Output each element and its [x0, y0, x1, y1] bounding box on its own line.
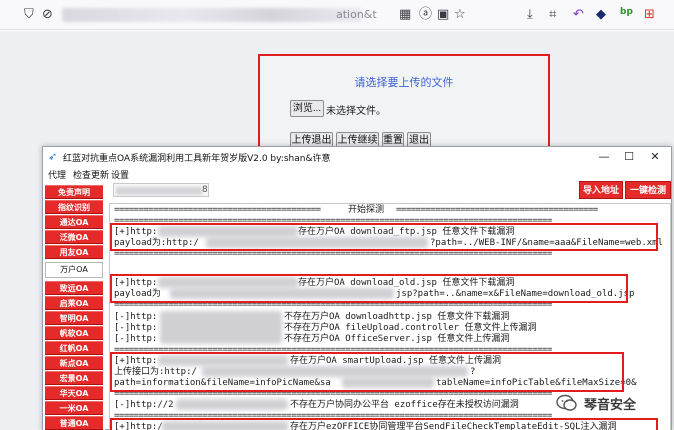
- target-row: 8 导入地址 一键检测: [43, 181, 671, 201]
- no-file-text: 未选择文件。: [326, 106, 386, 117]
- sidebar-item-disclaimer[interactable]: 免责声明: [45, 185, 103, 199]
- sidebar-item-huatian[interactable]: 华天OA: [45, 386, 103, 400]
- sidebar-item-hongjing[interactable]: 宏景OA: [45, 371, 103, 385]
- redaction: [160, 311, 282, 344]
- sidebar-item-hongfan[interactable]: 红帆OA: [45, 341, 103, 355]
- log-line: [-]http:: [114, 323, 158, 333]
- log-line: [-]http:: [114, 312, 158, 322]
- sidebar-item-qilai[interactable]: 启莱OA: [45, 296, 103, 310]
- highlight-box: [110, 352, 624, 392]
- sidebar-item-yongyou[interactable]: 用友OA: [45, 245, 103, 259]
- shield-dark-icon[interactable]: ◆: [596, 7, 606, 23]
- sidebar-item-fanruan[interactable]: 帆软OA: [45, 326, 103, 340]
- separator: ========================================…: [114, 205, 321, 215]
- menu-proxy[interactable]: 代理: [48, 168, 66, 181]
- browser-toolbar: ⛉ ⊘ ation&t ▦ ⓐ ▣ ☆ ⤓ ⌗ ↶ ◆ bp ⊞: [0, 0, 674, 30]
- target-redacted: [116, 187, 202, 195]
- reader-icon[interactable]: ▣: [437, 7, 449, 23]
- log-line: [-]http:: [114, 334, 158, 344]
- qr-icon[interactable]: ▦: [399, 7, 411, 23]
- window-title: 红蓝对抗重点OA系统漏洞利用工具新年贺岁版V2.0 by:shan&许意: [63, 154, 331, 164]
- wechat-icon: [556, 394, 577, 411]
- highlight-box: [110, 418, 658, 430]
- back-icon[interactable]: ↶: [573, 7, 584, 23]
- url-bar-redacted[interactable]: [62, 8, 362, 22]
- upload-title: 请选择要上传的文件: [354, 77, 454, 89]
- target-value-tail: 8: [202, 185, 208, 195]
- crop-icon[interactable]: ⌗: [549, 7, 556, 23]
- download-icon[interactable]: ⤓: [527, 7, 533, 23]
- vendor-sidebar: 免责声明 指纹识别 通达OA 泛微OA 用友OA 万户OA 致远OA 启莱OA …: [43, 185, 105, 430]
- sidebar-item-fingerprint[interactable]: 指纹识别: [45, 200, 103, 214]
- url-tail: ation&t: [336, 8, 377, 21]
- log-line-result: 不存在万户OA OfficeServer.jsp 任意文件上传漏洞: [284, 334, 510, 344]
- watermark-text: 琴音安全: [584, 397, 637, 412]
- log-line: [-]http://2: [114, 400, 174, 410]
- close-button[interactable]: ✕: [645, 149, 665, 165]
- maximize-button[interactable]: ☐: [619, 149, 639, 165]
- sidebar-item-putong[interactable]: 普通OA: [45, 416, 103, 430]
- sidebar-item-tongda[interactable]: 通达OA: [45, 215, 103, 229]
- bp-extension-icon[interactable]: bp: [620, 4, 633, 20]
- translate-ext-icon[interactable]: ⊞: [644, 7, 655, 23]
- exploit-tool-window: ➶ 红蓝对抗重点OA系统漏洞利用工具新年贺岁版V2.0 by:shan&许意 —…: [42, 146, 672, 430]
- browse-button[interactable]: 浏览...: [290, 100, 324, 117]
- lock-icon[interactable]: ⊘: [42, 7, 53, 23]
- menu-check-update[interactable]: 检查更新: [73, 168, 109, 181]
- one-click-detect-button[interactable]: 一键检测: [625, 181, 671, 199]
- upload-panel: 请选择要上传的文件 浏览... 未选择文件。 上传退出 上传继续 重置 退出: [258, 54, 550, 150]
- star-icon[interactable]: ☆: [454, 7, 466, 23]
- sidebar-item-fanwei[interactable]: 泛微OA: [45, 230, 103, 244]
- separator: ========================================…: [396, 205, 598, 215]
- log-line-result: 不存在万户OA downloadhttp.jsp 任意文件下载漏洞: [284, 312, 510, 322]
- sidebar-item-wanhu[interactable]: 万户OA: [45, 262, 103, 278]
- highlight-box: [110, 223, 658, 251]
- translate-icon[interactable]: ⓐ: [419, 7, 432, 23]
- redaction: [176, 399, 288, 410]
- log-line-result: 不存在万户协同办公平台 ezoffice存在未授权访问漏洞: [290, 400, 519, 410]
- highlight-box: [110, 274, 628, 303]
- window-titlebar: ➶ 红蓝对抗重点OA系统漏洞利用工具新年贺岁版V2.0 by:shan&许意 —…: [43, 147, 671, 167]
- menu-bar: 代理 检查更新 设置: [43, 167, 671, 181]
- minimize-button[interactable]: —: [594, 149, 614, 165]
- sidebar-item-zhiming[interactable]: 智明OA: [45, 311, 103, 325]
- shield-icon[interactable]: ⛉: [24, 7, 34, 23]
- target-url-input[interactable]: 8: [113, 183, 209, 197]
- watermark: 琴音安全: [556, 392, 666, 414]
- log-line-result: 不存在万户OA fileUpload.controller 任意文件上传漏洞: [284, 323, 537, 333]
- sidebar-item-zhiyuan[interactable]: 致远OA: [45, 281, 103, 295]
- sidebar-item-yimi[interactable]: 一米OA: [45, 401, 103, 415]
- app-bird-icon: ➶: [48, 150, 58, 163]
- menu-settings[interactable]: 设置: [111, 168, 129, 181]
- sidebar-item-xindian[interactable]: 新点OA: [45, 356, 103, 370]
- import-address-button[interactable]: 导入地址: [579, 181, 623, 199]
- start-banner: 开始探测: [348, 205, 385, 215]
